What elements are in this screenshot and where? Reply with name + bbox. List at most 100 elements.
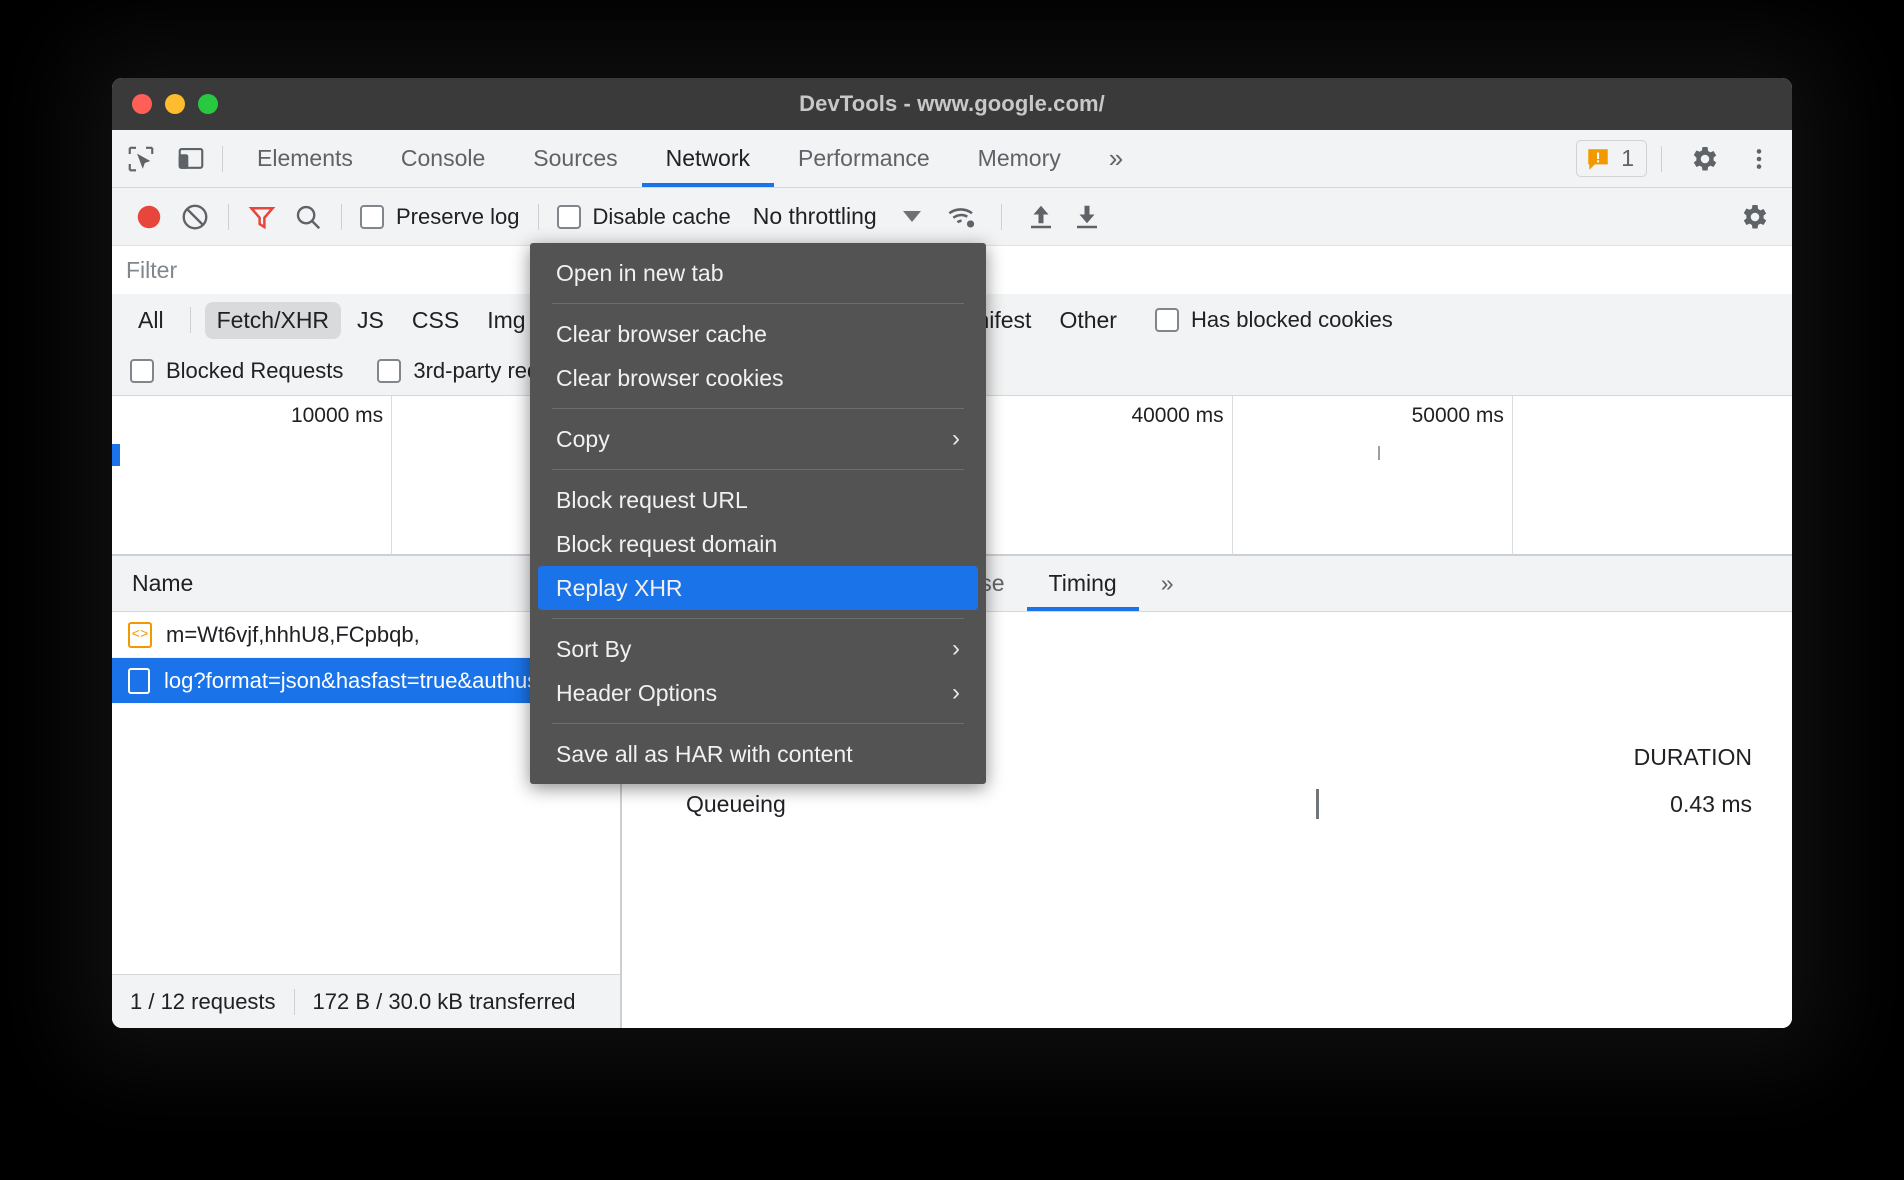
menu-item-clear-browser-cache[interactable]: Clear browser cache: [530, 312, 986, 356]
timing-row-name: Queueing: [686, 791, 1016, 818]
menu-item-label: Block request URL: [556, 487, 748, 514]
menu-separator: [552, 618, 964, 619]
disable-cache-checkbox[interactable]: Disable cache: [557, 204, 731, 230]
menu-separator: [552, 469, 964, 470]
upload-arrow-icon[interactable]: [1018, 194, 1064, 240]
third-party-requests-box[interactable]: [377, 359, 401, 383]
throttling-dropdown[interactable]: No throttling: [753, 203, 921, 230]
menu-item-label: Sort By: [556, 636, 631, 663]
menu-item-label: Header Options: [556, 680, 717, 707]
menu-item-label: Save all as HAR with content: [556, 741, 853, 768]
menu-separator: [552, 723, 964, 724]
menu-item-label: Clear browser cache: [556, 321, 767, 348]
menu-item-open-in-new-tab[interactable]: Open in new tab: [530, 251, 986, 295]
warning-count: 1: [1621, 145, 1634, 172]
minimize-window-button[interactable]: [165, 94, 185, 114]
wifi-gear-icon[interactable]: [939, 194, 985, 240]
script-file-icon: <>: [128, 622, 152, 648]
tab-sources[interactable]: Sources: [509, 130, 641, 187]
request-name: log?format=json&hasfast=true&authuser: [164, 668, 558, 694]
filter-funnel-icon[interactable]: [239, 194, 285, 240]
filter-chip-all[interactable]: All: [126, 302, 176, 339]
menu-item-replay-xhr[interactable]: Replay XHR: [538, 566, 978, 610]
has-blocked-cookies-checkbox[interactable]: Has blocked cookies: [1155, 307, 1393, 333]
clear-network-log-icon[interactable]: [172, 194, 218, 240]
overview-tick-label: 40000 ms: [1131, 404, 1223, 428]
close-window-button[interactable]: [132, 94, 152, 114]
menu-item-clear-browser-cookies[interactable]: Clear browser cookies: [530, 356, 986, 400]
tab-elements-label: Elements: [257, 145, 353, 172]
tab-network-label: Network: [666, 145, 750, 172]
overview-cell: 50000 ms: [1233, 396, 1513, 554]
tab-memory[interactable]: Memory: [954, 130, 1085, 187]
detail-more-tabs-button[interactable]: »: [1139, 556, 1196, 611]
chevron-double-right-icon: »: [1161, 570, 1174, 597]
download-arrow-icon[interactable]: [1064, 194, 1110, 240]
document-file-icon: [128, 668, 150, 694]
menu-item-label: Clear browser cookies: [556, 365, 784, 392]
gear-icon[interactable]: [1732, 194, 1778, 240]
menu-item-label: Open in new tab: [556, 260, 724, 287]
menu-item-block-request-domain[interactable]: Block request domain: [530, 522, 986, 566]
traffic-light-buttons: [132, 94, 218, 114]
blocked-requests-checkbox[interactable]: Blocked Requests: [130, 358, 343, 384]
tab-console[interactable]: Console: [377, 130, 509, 187]
chevron-double-right-icon: »: [1109, 143, 1123, 174]
column-header-name: Name: [132, 570, 193, 597]
tab-performance-label: Performance: [798, 145, 930, 172]
preserve-log-checkbox-box[interactable]: [360, 205, 384, 229]
warning-badge[interactable]: 1: [1576, 140, 1647, 177]
panel-tabs: Elements Console Sources Network Perform…: [233, 130, 1147, 187]
preserve-log-label: Preserve log: [396, 204, 520, 230]
chevron-right-icon: ›: [952, 679, 960, 707]
status-requests-count: 1 / 12 requests: [130, 989, 276, 1015]
status-transferred: 172 B / 30.0 kB transferred: [313, 989, 576, 1015]
menu-item-label: Block request domain: [556, 531, 777, 558]
inspect-cursor-icon[interactable]: [120, 138, 162, 180]
preserve-log-checkbox[interactable]: Preserve log: [360, 204, 520, 230]
tab-network[interactable]: Network: [642, 130, 774, 187]
overview-cell: 40000 ms: [953, 396, 1233, 554]
tab-timing[interactable]: Timing: [1027, 556, 1139, 611]
disable-cache-label: Disable cache: [593, 204, 731, 230]
filter-chip-img[interactable]: Img: [475, 302, 537, 339]
network-settings-button[interactable]: [1732, 194, 1778, 240]
menu-item-block-request-url[interactable]: Block request URL: [530, 478, 986, 522]
maximize-window-button[interactable]: [198, 94, 218, 114]
timing-row-duration: 0.43 ms: [1612, 791, 1752, 818]
timing-row: Queueing 0.43 ms: [662, 789, 1752, 819]
more-tabs-button[interactable]: »: [1085, 130, 1147, 187]
menu-item-header-options[interactable]: Header Options ›: [530, 671, 986, 715]
toolbar-divider-1: [228, 204, 229, 230]
chevron-right-icon: ›: [952, 635, 960, 663]
tab-performance[interactable]: Performance: [774, 130, 954, 187]
search-icon[interactable]: [285, 194, 331, 240]
device-toolbar-icon[interactable]: [170, 138, 212, 180]
network-status-bar: 1 / 12 requests 172 B / 30.0 kB transfer…: [112, 974, 620, 1028]
toolbar-divider-3: [538, 204, 539, 230]
record-button-icon[interactable]: [126, 194, 172, 240]
filter-chip-other[interactable]: Other: [1047, 302, 1129, 339]
window-title: DevTools - www.google.com/: [112, 91, 1792, 117]
status-divider: [294, 989, 295, 1015]
toolbar-divider-2: [341, 204, 342, 230]
filter-chip-js[interactable]: JS: [345, 302, 396, 339]
gear-icon[interactable]: [1684, 138, 1726, 180]
menu-item-save-all-as-har[interactable]: Save all as HAR with content: [530, 732, 986, 776]
overview-cell: [1513, 396, 1792, 554]
filter-chip-fetch-xhr[interactable]: Fetch/XHR: [205, 302, 341, 339]
timing-bar: [1316, 789, 1319, 819]
filter-chip-css[interactable]: CSS: [400, 302, 471, 339]
overview-tick-label: 50000 ms: [1412, 404, 1504, 428]
overview-request-bar: [112, 444, 120, 466]
kebab-menu-icon[interactable]: [1738, 138, 1780, 180]
network-context-menu: Open in new tab Clear browser cache Clea…: [530, 243, 986, 784]
tab-sources-label: Sources: [533, 145, 617, 172]
tab-elements[interactable]: Elements: [233, 130, 377, 187]
devtools-tab-bar: Elements Console Sources Network Perform…: [112, 130, 1792, 188]
disable-cache-checkbox-box[interactable]: [557, 205, 581, 229]
menu-item-sort-by[interactable]: Sort By ›: [530, 627, 986, 671]
has-blocked-cookies-box[interactable]: [1155, 308, 1179, 332]
blocked-requests-box[interactable]: [130, 359, 154, 383]
menu-item-copy[interactable]: Copy ›: [530, 417, 986, 461]
